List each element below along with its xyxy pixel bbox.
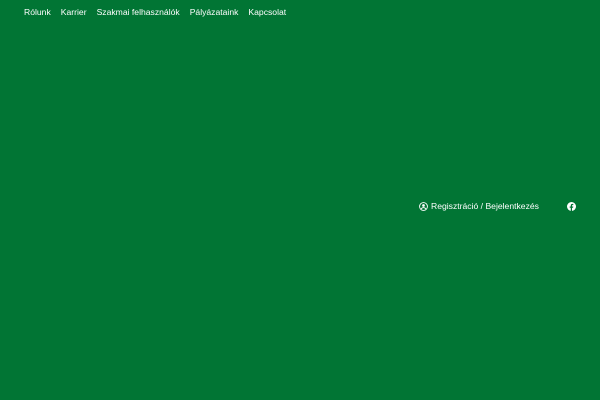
- page: Rólunk Karrier Szakmai felhasználók Pály…: [0, 0, 600, 400]
- nav-link-szakmai-felhasznalok[interactable]: Szakmai felhasználók: [92, 5, 185, 19]
- register-login-link[interactable]: Regisztráció / Bejelentkezés: [419, 200, 539, 213]
- facebook-icon[interactable]: [567, 202, 576, 211]
- nav-link-karrier[interactable]: Karrier: [56, 5, 92, 19]
- user-circle-icon: [419, 202, 428, 211]
- register-login-label: Regisztráció / Bejelentkezés: [431, 201, 539, 211]
- nav-link-rolunk[interactable]: Rólunk: [19, 5, 56, 19]
- nav-link-kapcsolat[interactable]: Kapcsolat: [243, 5, 291, 19]
- nav-link-palyazataink[interactable]: Pályázataink: [185, 5, 244, 19]
- top-nav: Rólunk Karrier Szakmai felhasználók Pály…: [19, 5, 291, 19]
